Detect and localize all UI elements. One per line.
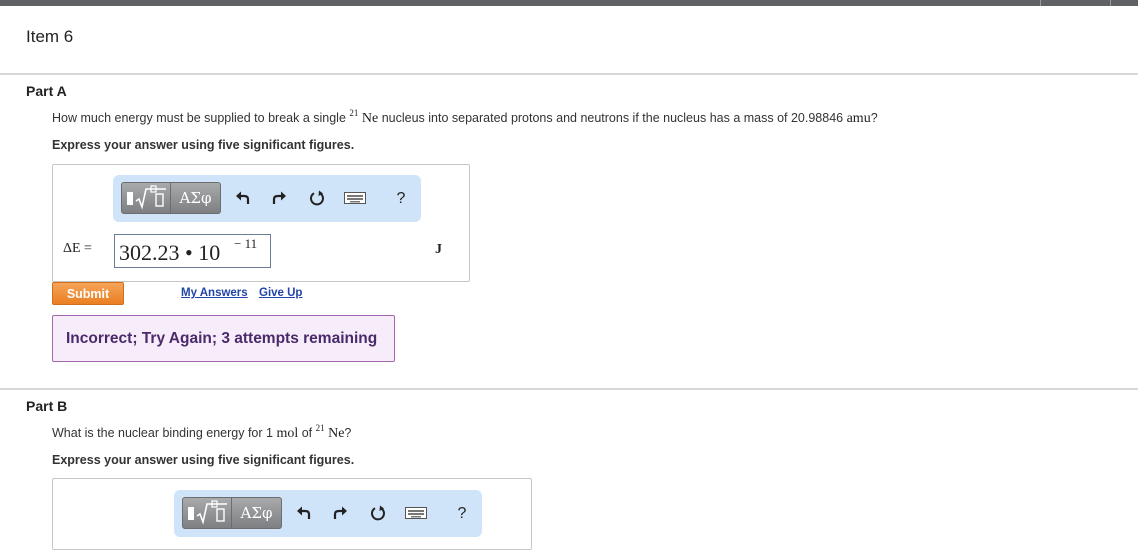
reset-button[interactable]: [368, 502, 388, 524]
question-text: ?: [344, 426, 352, 440]
keyboard-icon: [344, 192, 366, 204]
variable-label: ΔE =: [63, 241, 92, 256]
toolbar-button-group: ΑΣφ: [182, 497, 282, 529]
help-button[interactable]: ?: [391, 188, 411, 210]
part-b-question: What is the nuclear binding energy for 1…: [52, 423, 352, 442]
answer-unit: J: [435, 242, 442, 257]
question-text: ?: [870, 111, 878, 125]
undo-icon: [236, 191, 250, 204]
templates-button[interactable]: [121, 182, 171, 214]
math-toolbar: ΑΣφ ?: [113, 175, 421, 222]
greek-symbols-button[interactable]: ΑΣφ: [171, 182, 221, 214]
item-title: Item 6: [26, 27, 74, 46]
isotope-symbol: Ne: [328, 426, 345, 441]
undo-icon: [297, 506, 311, 519]
undo-button[interactable]: [294, 502, 314, 524]
answer-exponent: − 11: [234, 236, 258, 251]
part-a-answer-box: ΑΣφ ? ΔE = 302.23 • 10 − 11 J: [52, 164, 470, 282]
part-b-instruction: Express your answer using five significa…: [52, 453, 355, 467]
redo-button[interactable]: [269, 187, 289, 209]
toolbar-button-group: ΑΣφ: [121, 182, 221, 214]
top-bar-divider: [1040, 0, 1041, 6]
part-a-instruction: Express your answer using five significa…: [52, 138, 355, 152]
part-b-answer-box: ΑΣφ ?: [52, 478, 532, 550]
greek-symbols-button[interactable]: ΑΣφ: [232, 497, 282, 529]
feedback-box: Incorrect; Try Again; 3 attempts remaini…: [52, 315, 395, 362]
my-answers-link[interactable]: My Answers: [181, 287, 248, 299]
keyboard-button[interactable]: [343, 187, 367, 209]
mol-unit: mol: [276, 426, 299, 441]
top-bar: [0, 0, 1138, 6]
fraction-root-templates-icon: [127, 185, 166, 210]
templates-button[interactable]: [182, 497, 232, 529]
undo-button[interactable]: [233, 187, 253, 209]
reset-icon: [371, 505, 385, 521]
divider: [0, 73, 1138, 75]
isotope-symbol: Ne: [361, 111, 379, 126]
isotope: 21 Ne: [349, 108, 379, 127]
divider: [0, 388, 1138, 390]
isotope-mass-number: 21: [349, 108, 359, 118]
question-text: of: [298, 426, 316, 440]
keyboard-button[interactable]: [404, 502, 428, 524]
give-up-link[interactable]: Give Up: [259, 287, 302, 299]
feedback-message: Incorrect; Try Again; 3 attempts remaini…: [66, 330, 378, 347]
mass-unit: amu: [846, 111, 871, 126]
part-b-title: Part B: [26, 398, 68, 414]
reset-button[interactable]: [307, 187, 327, 209]
fraction-root-templates-icon: [188, 500, 227, 525]
redo-icon: [272, 191, 286, 204]
help-button[interactable]: ?: [452, 503, 472, 525]
question-text: nucleus into separated protons and neutr…: [378, 111, 847, 125]
isotope-mass-number: 21: [315, 423, 325, 433]
part-a-question: How much energy must be supplied to brea…: [52, 108, 878, 127]
question-text: How much energy must be supplied to brea…: [52, 111, 350, 125]
part-a-title: Part A: [26, 83, 67, 99]
keyboard-icon: [405, 507, 427, 519]
top-bar-divider: [1110, 0, 1111, 6]
isotope: 21 Ne: [315, 423, 345, 442]
question-text: What is the nuclear binding energy for 1: [52, 426, 277, 440]
answer-input[interactable]: 302.23 • 10 − 11: [114, 234, 271, 268]
answer-mantissa: 302.23 • 10: [119, 240, 221, 265]
redo-button[interactable]: [330, 502, 350, 524]
submit-button[interactable]: Submit: [52, 282, 124, 305]
redo-icon: [333, 506, 347, 519]
reset-icon: [310, 190, 324, 206]
